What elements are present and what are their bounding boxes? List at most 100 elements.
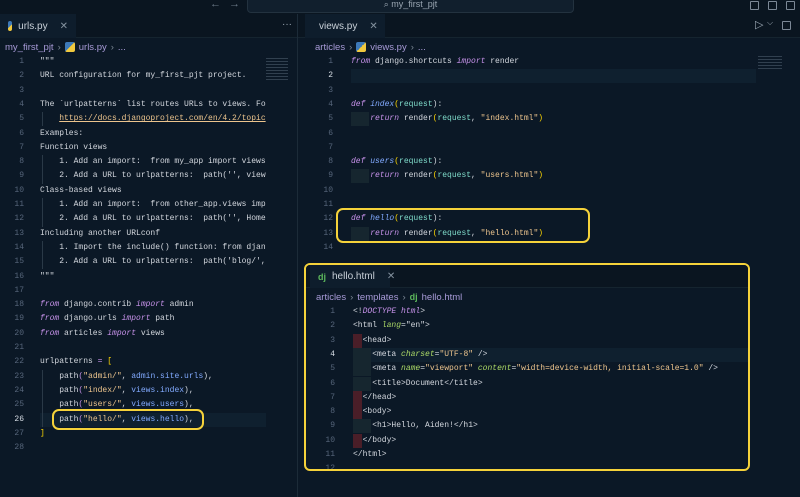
code-token: lang	[381, 321, 402, 331]
code-token: from	[351, 57, 371, 66]
breadcrumb-item[interactable]: articles	[316, 292, 346, 303]
line-number: 6	[330, 378, 335, 388]
toggle-sidebar-icon[interactable]	[750, 1, 759, 10]
code-line: def index(request):	[351, 98, 442, 112]
code-token: "en"	[405, 321, 426, 331]
code-token: urlpatterns	[40, 357, 98, 367]
breadcrumb-item[interactable]: templates	[357, 292, 398, 303]
code-token: request	[399, 157, 433, 167]
line-number: 3	[330, 335, 335, 345]
code-token: ,	[121, 385, 132, 395]
breadcrumb-item[interactable]: hello.html	[422, 292, 463, 303]
run-icon[interactable]: ▷	[755, 18, 763, 31]
line-number: 11	[323, 200, 333, 209]
tab-views-py[interactable]: views.py ✕	[305, 14, 385, 38]
line-number: 18	[14, 300, 24, 310]
code-token: Function views	[40, 142, 108, 152]
line-number: 20	[14, 328, 24, 338]
code-token: return	[370, 171, 400, 181]
python-file-icon	[64, 42, 75, 52]
toggle-panel-icon[interactable]	[768, 1, 777, 10]
breadcrumb-item[interactable]: ...	[418, 42, 426, 53]
code-token: from	[40, 300, 60, 310]
breadcrumb-item[interactable]: ...	[118, 42, 126, 53]
code-token: content	[477, 364, 512, 374]
code-token: 2. Add a URL to urlpatterns: path('blog/…	[40, 257, 266, 267]
html-tab-bar: dj hello.html ✕	[306, 265, 748, 288]
minimap[interactable]	[266, 58, 288, 82]
urls-py-editor[interactable]: 1 """ 2 URL configuration for my_first_pjt …	[0, 55, 297, 497]
code-token: def	[351, 157, 371, 167]
code-line: ]	[40, 427, 45, 441]
breadcrumb-item[interactable]: urls.py	[79, 42, 107, 53]
code-token: ),	[184, 385, 194, 395]
code-token: ]	[40, 428, 45, 438]
line-number: 21	[14, 343, 24, 352]
breadcrumb-item[interactable]: views.py	[370, 42, 406, 53]
code-token: request	[437, 114, 472, 124]
code-token: ,	[471, 114, 481, 124]
line-number: 22	[14, 357, 24, 367]
code-token: />	[473, 349, 488, 359]
code-token: "users.html"	[480, 171, 539, 181]
code-line: path("index/", views.index),	[40, 384, 194, 398]
code-token: render	[399, 171, 433, 181]
back-arrow-icon[interactable]: ←	[210, 0, 221, 10]
code-line: return render(request, "index.html")	[351, 112, 543, 126]
forward-arrow-icon[interactable]: →	[229, 0, 240, 10]
code-token: path	[40, 385, 79, 395]
run-menu-chevron-icon[interactable]: ⌵	[767, 18, 773, 28]
code-token: import	[107, 328, 137, 338]
minimap[interactable]	[758, 56, 782, 70]
close-tab-icon[interactable]: ✕	[369, 21, 377, 32]
line-number: 14	[14, 242, 24, 252]
tab-hello-html[interactable]: dj hello.html ✕	[310, 265, 395, 288]
close-tab-icon[interactable]: ✕	[60, 21, 68, 32]
current-line-highlight	[351, 69, 756, 84]
code-token: django.urls	[59, 314, 122, 324]
more-actions-icon[interactable]: ···	[282, 19, 292, 30]
code-token: ),	[184, 400, 194, 410]
code-line: <!DOCTYPE html>	[353, 305, 425, 319]
code-token: articles	[59, 328, 108, 338]
breadcrumb: articles › templates › dj hello.html	[316, 291, 463, 303]
line-number: 4	[19, 99, 24, 109]
hello-html-code[interactable]: 1 <!DOCTYPE html> 2 <html lang="en"> 3 <head…	[306, 305, 748, 469]
title-bar: ← → ⌕ my_first_pjt	[0, 0, 800, 14]
split-editor-icon[interactable]	[782, 21, 791, 30]
code-line: Function views	[40, 141, 107, 155]
code-token: admin.site.urls	[131, 371, 204, 381]
code-token: <meta	[353, 364, 402, 374]
code-token: views	[136, 328, 165, 338]
line-number: 8	[19, 157, 24, 167]
command-center-search[interactable]: ⌕ my_first_pjt	[247, 0, 574, 13]
code-line: path("admin/", admin.site.urls),	[40, 370, 213, 384]
breadcrumb: my_first_pjt › urls.py › ...	[5, 41, 126, 53]
code-token: """	[40, 271, 55, 281]
close-tab-icon[interactable]: ✕	[387, 271, 395, 282]
code-line: 1. Add an import: from other_app.views i…	[40, 198, 266, 212]
breadcrumb-item[interactable]: articles	[315, 42, 345, 53]
breadcrumb-item[interactable]: my_first_pjt	[5, 42, 54, 53]
code-token: </html>	[353, 450, 387, 459]
code-line: <html lang="en">	[353, 319, 430, 333]
code-line: The `urlpatterns` list routes URLs to vi…	[40, 98, 266, 112]
tab-urls-py[interactable]: urls.py ✕	[0, 14, 76, 38]
code-token: 1. Add an import: from other_app.views i…	[40, 200, 266, 209]
code-token: def	[351, 99, 371, 109]
right-tab-bar: views.py ✕ ▷ ⌵	[298, 14, 800, 38]
code-token: ,	[471, 171, 481, 181]
code-token: request	[437, 171, 472, 181]
line-number: 13	[323, 228, 333, 238]
code-line: urlpatterns = [	[40, 355, 112, 369]
code-token: <head>	[353, 335, 392, 345]
code-token: )	[538, 114, 544, 124]
toggle-secondary-sidebar-icon[interactable]	[786, 1, 795, 10]
code-line: </body>	[353, 434, 397, 448]
code-line: return render(request, "users.html")	[351, 169, 543, 183]
code-token: 2. Add a URL to urlpatterns: path('', vi…	[40, 171, 266, 181]
code-token: import	[121, 314, 151, 324]
